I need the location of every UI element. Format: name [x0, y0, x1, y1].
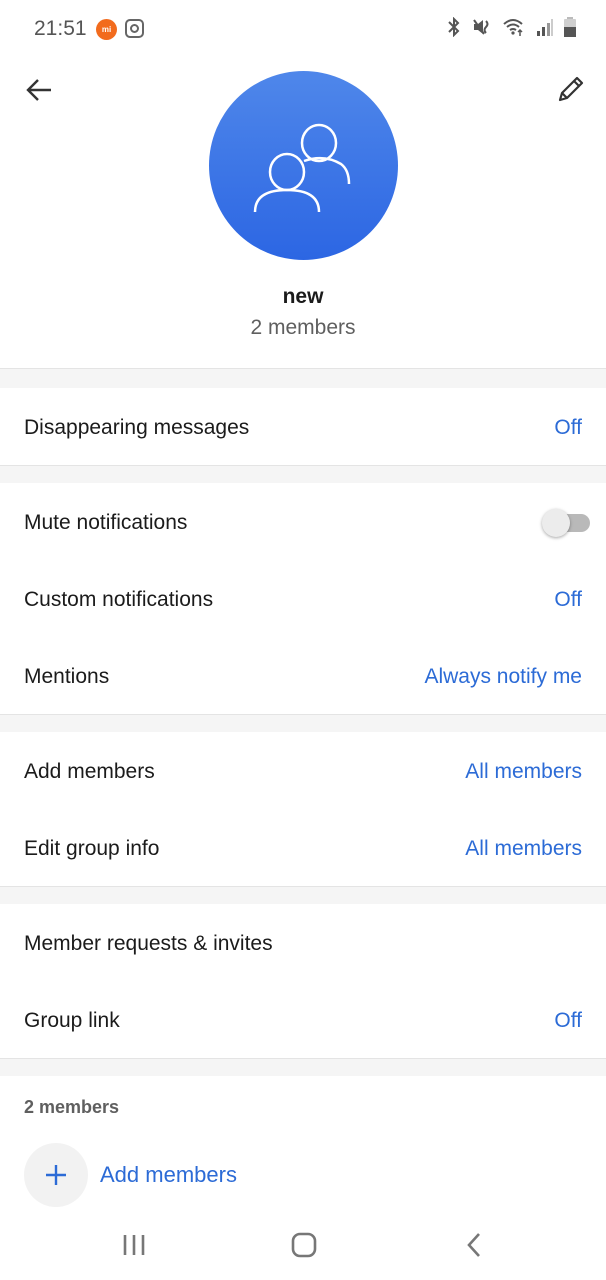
system-icons [446, 17, 576, 37]
members-section-header: 2 members [24, 1097, 120, 1117]
mute-notifications-row[interactable]: Mute notifications [0, 484, 606, 561]
bluetooth-icon [448, 17, 460, 37]
row-value: Off [554, 415, 582, 439]
group-avatar[interactable] [209, 71, 398, 260]
group-link-row[interactable]: Group link Off [0, 982, 606, 1059]
mentions-row[interactable]: Mentions Always notify me [0, 638, 606, 715]
instagram-icon [125, 19, 144, 38]
navigation-bar [0, 1210, 606, 1280]
wifi-icon [503, 19, 523, 36]
status-bar: 21:51 mi [0, 0, 606, 60]
signal-icon [537, 19, 553, 36]
back-button[interactable] [18, 68, 62, 112]
add-members-button[interactable]: Add members [24, 1143, 237, 1207]
row-value: All members [465, 836, 582, 860]
group-name: new [282, 285, 324, 308]
pencil-icon [558, 76, 584, 102]
plus-icon [46, 1165, 66, 1185]
mute-notifications-toggle[interactable] [542, 508, 590, 537]
row-label: Group link [24, 1008, 120, 1032]
section-divider [0, 368, 606, 388]
row-label: Member requests & invites [24, 931, 273, 955]
row-value: Off [554, 1008, 582, 1032]
section-divider [0, 465, 606, 483]
toggle-thumb [542, 508, 570, 537]
row-value: Off [554, 587, 582, 611]
row-label: Mute notifications [24, 510, 188, 534]
row-label: Edit group info [24, 836, 160, 860]
section-divider [0, 1058, 606, 1076]
battery-icon [564, 17, 576, 37]
home-icon [291, 1232, 317, 1258]
add-members-permission-row[interactable]: Add members All members [0, 733, 606, 810]
edit-button[interactable] [548, 68, 592, 112]
group-member-count: 2 members [250, 316, 356, 339]
add-members-label: Add members [100, 1162, 237, 1187]
row-label: Disappearing messages [24, 415, 250, 439]
row-value: All members [465, 759, 582, 783]
nav-back-button[interactable] [449, 1228, 499, 1262]
recent-apps-button[interactable] [109, 1228, 159, 1262]
vibrate-mute-icon [473, 19, 489, 35]
arrow-left-icon [26, 79, 51, 101]
group-icon [253, 123, 350, 212]
member-requests-row[interactable]: Member requests & invites [0, 905, 606, 982]
disappearing-messages-row[interactable]: Disappearing messages Off [0, 389, 606, 466]
row-label: Mentions [24, 664, 110, 688]
custom-notifications-row[interactable]: Custom notifications Off [0, 561, 606, 638]
add-members-circle [24, 1143, 88, 1207]
edit-group-info-row[interactable]: Edit group info All members [0, 810, 606, 887]
recent-apps-icon [123, 1235, 145, 1255]
section-divider [0, 886, 606, 904]
row-label: Custom notifications [24, 587, 214, 611]
row-label: Add members [24, 759, 155, 783]
status-time: 21:51 [34, 17, 87, 40]
mi-fitness-icon: mi [96, 19, 117, 40]
section-divider [0, 714, 606, 732]
back-chevron-icon [467, 1233, 480, 1257]
row-value: Always notify me [424, 664, 582, 688]
home-button[interactable] [279, 1228, 329, 1262]
